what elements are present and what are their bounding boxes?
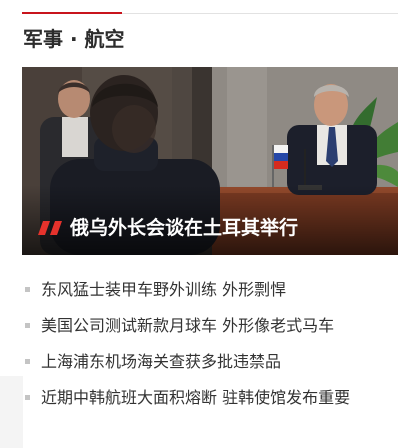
feature-card[interactable]: 俄乌外长会谈在土耳其举行 <box>22 67 398 255</box>
news-item[interactable]: 美国公司测试新款月球车 外形像老式马车 <box>23 308 403 344</box>
bullet-square-icon <box>25 395 30 400</box>
news-item-title: 上海浦东机场海关查获多批违禁品 <box>41 352 282 371</box>
news-item-title: 近期中韩航班大面积熔断 驻韩使馆发布重要 <box>41 388 351 407</box>
bullet-square-icon <box>25 359 30 364</box>
section-title[interactable]: 军事 · 航空 <box>23 25 125 53</box>
feature-caption[interactable]: 俄乌外长会谈在土耳其举行 <box>38 213 298 243</box>
double-slash-icon <box>38 221 62 235</box>
section-accent-bar <box>22 12 122 14</box>
news-item-title: 美国公司测试新款月球车 外形像老式马车 <box>41 316 335 335</box>
news-item-title: 东风猛士装甲车野外训练 外形剽悍 <box>41 280 287 299</box>
news-item[interactable]: 上海浦东机场海关查获多批违禁品 <box>23 344 403 380</box>
news-list: 东风猛士装甲车野外训练 外形剽悍 美国公司测试新款月球车 外形像老式马车 上海浦… <box>23 272 403 416</box>
bullet-square-icon <box>25 323 30 328</box>
bullet-square-icon <box>25 287 30 292</box>
feature-caption-text: 俄乌外长会谈在土耳其举行 <box>70 217 299 239</box>
left-edge-panel <box>0 376 23 448</box>
news-item[interactable]: 东风猛士装甲车野外训练 外形剽悍 <box>23 272 403 308</box>
news-item[interactable]: 近期中韩航班大面积熔断 驻韩使馆发布重要 <box>23 380 403 416</box>
